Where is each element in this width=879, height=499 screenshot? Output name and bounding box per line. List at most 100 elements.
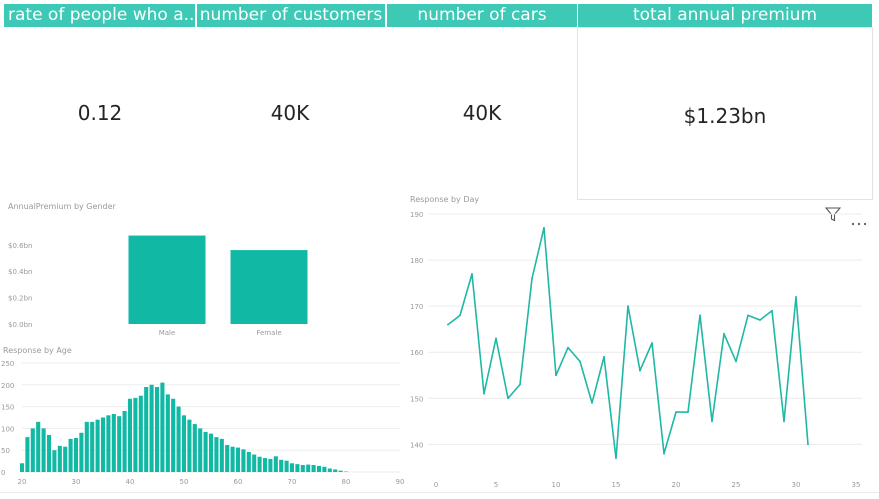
age-bar (316, 465, 322, 472)
day-point (699, 314, 701, 317)
age-bar (73, 437, 79, 472)
age-bar (36, 421, 41, 472)
day-point (663, 452, 665, 455)
kpi-value-customers: 40K (270, 101, 310, 125)
day-y-tick: 190 (410, 211, 423, 219)
age-x-tick: 40 (126, 478, 135, 486)
age-x-tick: 70 (288, 478, 297, 486)
day-point (735, 360, 737, 363)
age-bar (225, 444, 230, 472)
day-y-tick: 150 (410, 395, 423, 403)
age-bar (273, 456, 278, 472)
kpi-header-response-rate: rate of people who a... (4, 4, 195, 27)
day-y-tick: 170 (410, 303, 423, 311)
age-bar (154, 386, 160, 472)
age-bar (165, 394, 170, 472)
day-x-tick: 30 (792, 481, 801, 489)
age-bar (230, 446, 235, 472)
kpi-header-annual-premium: total annual premium (578, 4, 872, 27)
age-bar (198, 428, 203, 472)
age-x-tick: 20 (18, 478, 27, 486)
gender-bar (230, 250, 308, 324)
age-bar (257, 456, 262, 472)
day-series-line (447, 226, 809, 459)
day-point (495, 337, 497, 340)
age-bar (149, 384, 154, 472)
day-point (783, 420, 785, 423)
day-point (615, 457, 617, 460)
day-point (627, 305, 629, 308)
kpi-value-annual-premium: $1.23bn (683, 104, 767, 128)
age-bar (333, 469, 338, 472)
day-point (639, 369, 641, 372)
day-point (591, 401, 593, 404)
age-bar (117, 416, 122, 472)
age-bar (306, 464, 311, 472)
age-bar (63, 446, 68, 472)
age-bar (144, 386, 149, 472)
age-bar (133, 397, 138, 472)
age-bar (84, 421, 89, 472)
day-point (519, 383, 521, 386)
age-y-tick: 0 (1, 469, 5, 477)
day-point (771, 309, 773, 312)
age-bar (241, 449, 246, 472)
day-point (747, 314, 749, 317)
age-bar (214, 437, 219, 472)
day-point (759, 319, 761, 321)
age-bar (90, 421, 95, 472)
day-y-tick: 160 (410, 349, 423, 357)
age-x-tick: 60 (234, 478, 243, 486)
age-chart-title: Response by Age (3, 346, 72, 355)
day-y-tick: 180 (410, 257, 423, 265)
age-bar (111, 414, 116, 472)
age-bar (68, 438, 73, 472)
age-bar (160, 382, 165, 472)
gender-y-tick: $0.2bn (8, 295, 32, 303)
age-bar (106, 415, 111, 472)
age-histogram-chart: 25020015010050020 30 40 50 60 70 80 90 (1, 360, 404, 486)
age-bar (100, 417, 106, 472)
day-point (711, 420, 713, 423)
gender-bar-chart: $0.6bn $0.4bn $0.2bn $0.0bn Male Female (8, 235, 308, 337)
age-bar (268, 458, 273, 472)
age-bar (181, 415, 187, 472)
day-point (579, 360, 581, 363)
age-bar (235, 447, 241, 472)
day-point (483, 392, 485, 395)
age-bar (208, 433, 214, 472)
age-y-tick: 50 (1, 447, 10, 455)
age-bar (322, 466, 327, 472)
age-bar (57, 445, 62, 472)
day-chart-title: Response by Day (410, 195, 480, 204)
gender-y-tick: $0.4bn (8, 268, 32, 276)
day-point (603, 355, 605, 358)
gender-x-label: Male (159, 329, 176, 337)
age-bar (252, 454, 257, 472)
gender-x-label: Female (256, 329, 281, 337)
age-bar (279, 459, 284, 472)
gender-bar (128, 235, 206, 324)
day-point (555, 374, 557, 377)
age-bar (300, 465, 305, 472)
kpi-value-cars: 40K (462, 101, 502, 125)
day-x-tick: 25 (732, 481, 741, 489)
age-y-tick: 250 (1, 360, 14, 368)
age-bar (19, 463, 25, 472)
gender-y-tick: $0.6bn (8, 242, 32, 250)
age-bar (192, 424, 197, 472)
age-bar (284, 460, 289, 472)
age-bar (25, 437, 30, 472)
day-point (459, 314, 461, 317)
age-bar (138, 395, 143, 472)
day-y-tick: 140 (410, 441, 423, 449)
day-point (795, 296, 797, 298)
day-point (543, 226, 545, 229)
age-y-tick: 200 (1, 382, 14, 390)
age-x-tick: 50 (180, 478, 189, 486)
day-line-chart: 190 180 170 160 150 140 0 5 10 15 20 25 30 35 (410, 211, 862, 489)
age-bar (127, 398, 133, 472)
day-point (507, 397, 509, 400)
age-bar (171, 398, 176, 472)
age-bar (262, 458, 268, 472)
